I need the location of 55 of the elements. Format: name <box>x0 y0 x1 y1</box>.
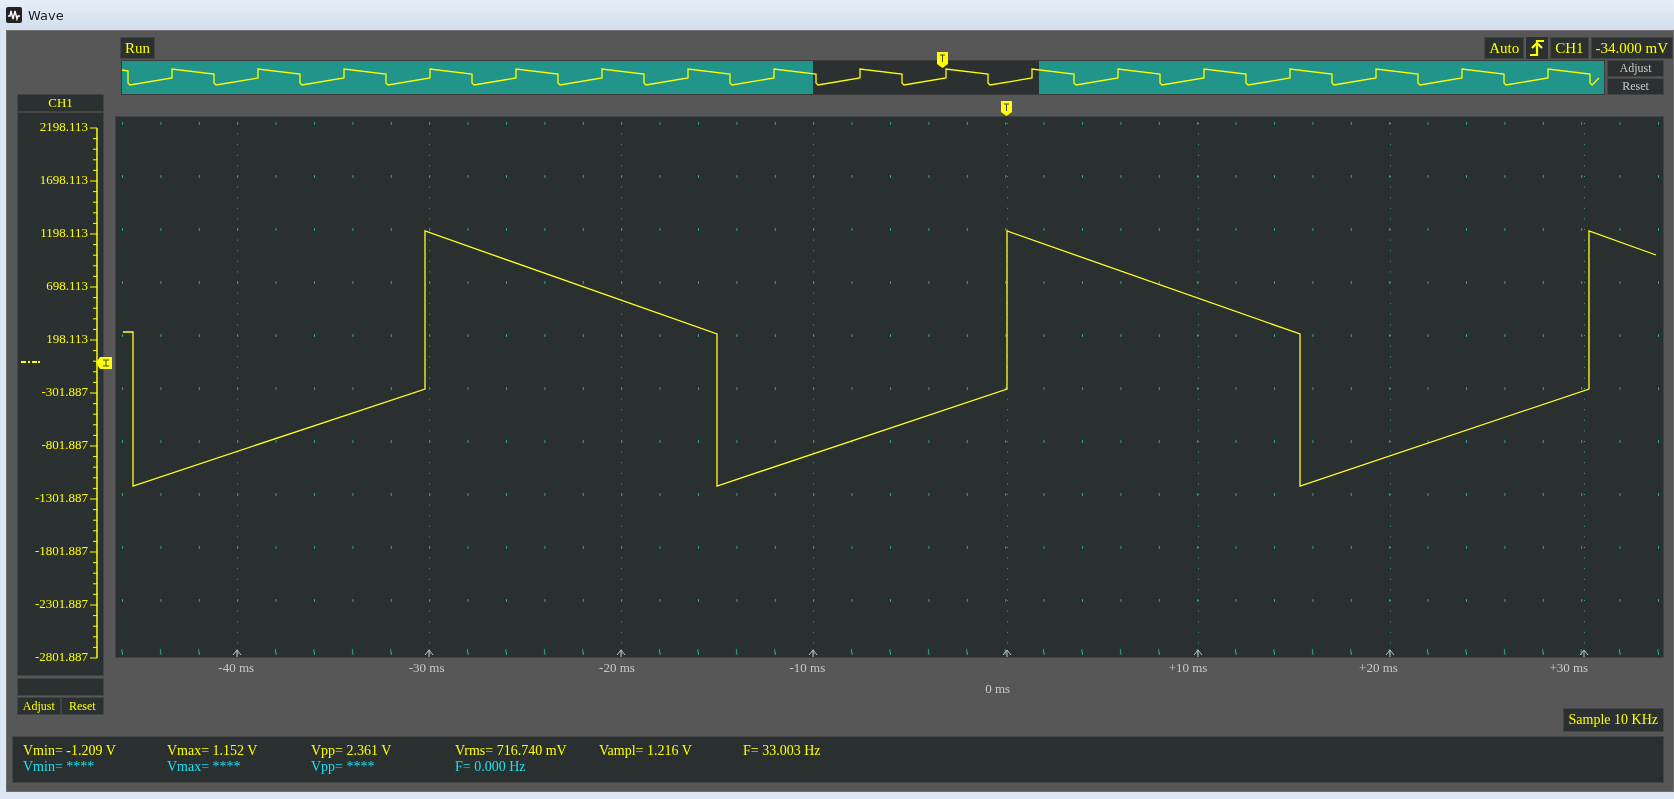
time-label: +30 ms <box>1549 660 1589 677</box>
scale-label: -301.887 <box>41 383 88 401</box>
measurement-value: Vmin= **** <box>23 759 96 775</box>
time-label: +10 ms <box>1168 660 1208 677</box>
measurement-value: Vpp= **** <box>311 759 376 775</box>
scale-label: 698.113 <box>46 277 88 295</box>
ground-level-line <box>21 361 40 363</box>
measurement-value: Vpp= 2.361 V <box>311 743 393 759</box>
sample-rate-label: Sample 10 KHz <box>1562 708 1664 732</box>
scale-label: -2301.887 <box>34 595 88 613</box>
time-label: 0 ms <box>985 681 1011 698</box>
scale-label: 1698.113 <box>39 171 88 189</box>
overview-waveform-drawing[interactable] <box>122 61 1604 94</box>
measurement-value: Vampl= 1.216 V <box>599 743 693 759</box>
channel-marker-icon[interactable] <box>96 356 112 370</box>
trigger-marker-icon[interactable] <box>1001 101 1012 116</box>
channel-button[interactable]: Reset <box>60 697 104 715</box>
overview-button[interactable]: Reset <box>1607 78 1664 95</box>
app-icon <box>6 7 22 23</box>
measurement-value: Vmax= **** <box>167 759 242 775</box>
scale-label: -801.887 <box>41 436 88 454</box>
rising-edge-icon[interactable] <box>1526 37 1549 59</box>
time-tick-icon <box>424 649 434 658</box>
overview-button[interactable]: Adjust <box>1607 60 1664 77</box>
scale-label: 2198.113 <box>39 118 88 136</box>
run-button[interactable]: Run <box>120 37 155 59</box>
trigger-marker-icon[interactable] <box>937 52 948 68</box>
measurement-value: F= 0.000 Hz <box>455 759 527 775</box>
scale-label: 198.113 <box>46 330 88 348</box>
time-label: -10 ms <box>789 660 826 677</box>
scale-label: -2801.887 <box>34 648 88 666</box>
time-tick-icon <box>232 649 242 658</box>
measurement-value: F= 33.003 Hz <box>743 743 822 759</box>
trigger-channel-button[interactable]: CH1 <box>1550 37 1589 59</box>
time-tick-icon <box>1579 649 1589 658</box>
time-tick-icon <box>616 649 626 658</box>
measurement-value: Vmax= 1.152 V <box>167 743 259 759</box>
channel-button[interactable]: Adjust <box>17 697 61 715</box>
measurement-value: Vrms= 716.740 mV <box>455 743 568 759</box>
time-label: -20 ms <box>599 660 635 677</box>
time-tick-icon <box>1002 649 1012 658</box>
measurement-value: Vmin= -1.209 V <box>23 743 117 759</box>
time-label: -40 ms <box>218 660 255 677</box>
window-title: Wave <box>28 7 64 23</box>
scale-label: -1801.887 <box>34 542 88 560</box>
channel-label: CH1 <box>17 94 104 112</box>
time-label: +20 ms <box>1359 660 1398 677</box>
trigger-mode-button[interactable]: Auto <box>1484 37 1525 59</box>
time-tick-icon <box>1193 649 1203 658</box>
trigger-level-field[interactable]: -34.000 mV <box>1590 37 1673 59</box>
scale-label: 1198.113 <box>40 224 88 242</box>
time-label: -30 ms <box>408 660 445 677</box>
time-tick-icon <box>808 649 818 658</box>
time-tick-icon <box>1385 649 1395 658</box>
scale-label: -1301.887 <box>34 489 88 507</box>
